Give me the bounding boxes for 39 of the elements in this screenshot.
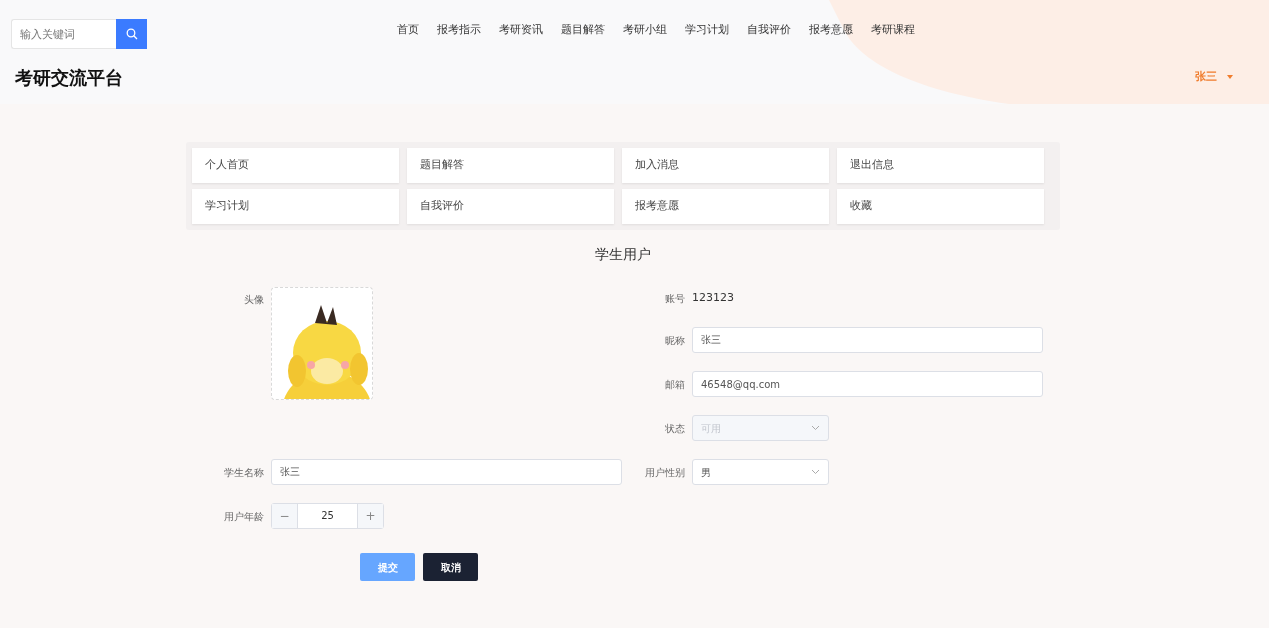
search-button[interactable] bbox=[116, 19, 147, 49]
select-field[interactable]: 男 bbox=[692, 459, 829, 485]
field-label: 邮箱 bbox=[664, 377, 686, 392]
chevron-down-icon bbox=[811, 425, 820, 431]
menu-item[interactable]: 个人首页 bbox=[192, 148, 399, 183]
account-value: 123123 bbox=[692, 289, 734, 306]
menu-item[interactable]: 学习计划 bbox=[192, 189, 399, 224]
search-field[interactable]: 输入关键词 bbox=[11, 19, 116, 49]
menu-item[interactable]: 加入消息 bbox=[622, 148, 829, 183]
menu-item[interactable]: 退出信息 bbox=[837, 148, 1044, 183]
nav-link[interactable]: 报考指示 bbox=[428, 22, 490, 38]
caret-icon[interactable] bbox=[1227, 75, 1233, 80]
field-label: 账号 bbox=[664, 291, 686, 306]
field-label: 昵称 bbox=[664, 333, 686, 348]
nav-link[interactable]: 自我评价 bbox=[738, 22, 800, 38]
nav-link[interactable]: 考研小组 bbox=[614, 22, 676, 38]
menu-item[interactable]: 收藏 bbox=[837, 189, 1044, 224]
nav-link[interactable]: 考研资讯 bbox=[490, 22, 552, 38]
nav-link[interactable]: 首页 bbox=[388, 22, 428, 38]
nav-link[interactable]: 题目解答 bbox=[552, 22, 614, 38]
chevron-down-icon bbox=[811, 469, 820, 475]
nav-link[interactable]: 考研课程 bbox=[862, 22, 924, 38]
text-field[interactable]: 张三 bbox=[692, 327, 1043, 353]
menu-item[interactable]: 自我评价 bbox=[407, 189, 614, 224]
search-icon bbox=[125, 28, 138, 40]
section-title: 学生用户 bbox=[594, 245, 652, 264]
nav-link[interactable]: 学习计划 bbox=[676, 22, 738, 38]
menu-item[interactable]: 题目解答 bbox=[407, 148, 614, 183]
field-label: 用户性别 bbox=[644, 465, 686, 480]
field-label: 学生名称 bbox=[223, 465, 265, 480]
field-label: 用户年龄 bbox=[223, 509, 265, 524]
text-field[interactable]: 张三 bbox=[271, 459, 622, 485]
nav-link[interactable]: 报考意愿 bbox=[800, 22, 862, 38]
text-field[interactable]: 46548@qq.com bbox=[692, 371, 1043, 397]
site-title: 考研交流平台 bbox=[15, 67, 123, 89]
field-label: 头像 bbox=[243, 293, 265, 307]
cancel-button[interactable]: 取消 bbox=[423, 553, 478, 581]
menu-item[interactable]: 报考意愿 bbox=[622, 189, 829, 224]
field-label: 状态 bbox=[664, 421, 686, 436]
